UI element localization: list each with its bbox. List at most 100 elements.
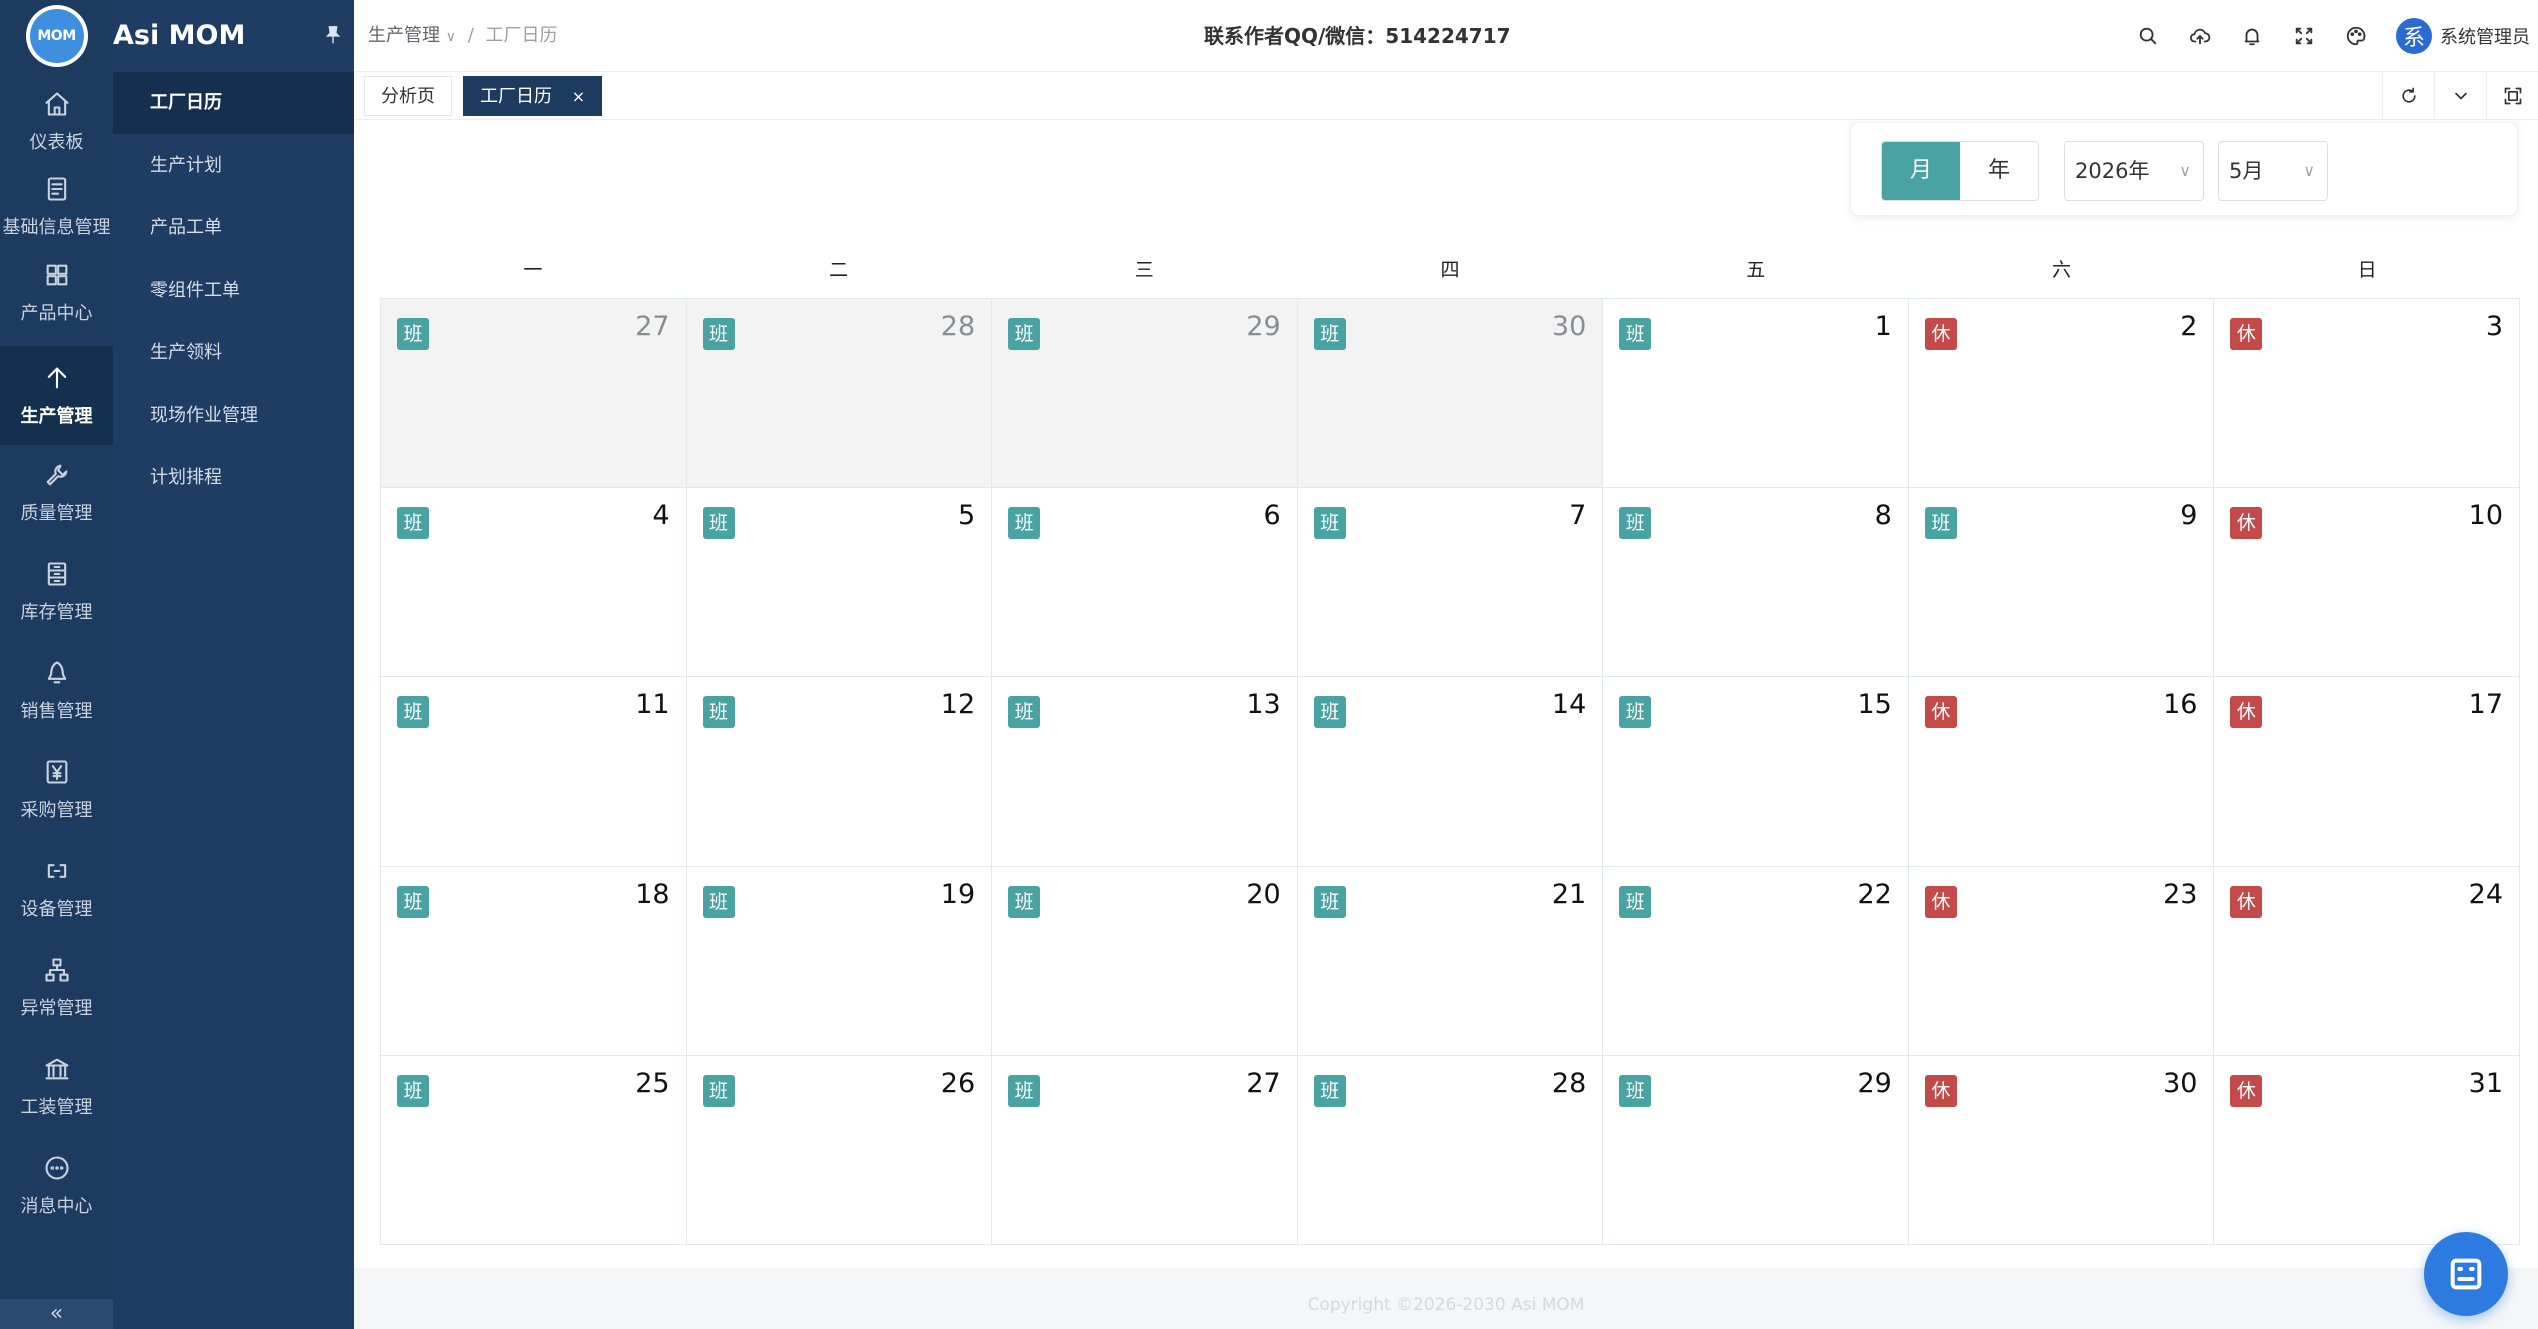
calendar-day-cell[interactable]: 休 16 <box>1908 677 2215 867</box>
close-icon[interactable]: × <box>572 87 585 106</box>
restday-badge[interactable]: 休 <box>2230 696 2263 729</box>
calendar-day-cell[interactable]: 班 12 <box>686 677 993 867</box>
year-select[interactable]: 2026年 ∨ <box>2064 141 2204 201</box>
calendar-day-cell[interactable]: 班4 <box>381 488 687 678</box>
restday-badge[interactable]: 休 <box>1924 318 1957 350</box>
tab-dropdown-button[interactable] <box>2434 72 2486 120</box>
workday-badge[interactable]: 班 <box>1313 318 1346 350</box>
calendar-day-cell[interactable]: 班 14 <box>1297 677 1604 867</box>
calendar-day-cell[interactable]: 班 18 <box>381 866 687 1056</box>
maximize-content-button[interactable] <box>2486 72 2538 120</box>
calendar-day-cell[interactable]: 班 27 <box>992 1055 1298 1245</box>
submenu-item-shopfloor[interactable]: 现场作业管理 <box>113 385 354 447</box>
workday-badge[interactable]: 班 <box>397 696 429 729</box>
calendar-day-cell[interactable]: 班 27 <box>381 299 687 489</box>
calendar-day-cell[interactable]: 班9 <box>1908 488 2215 678</box>
year-view-button[interactable]: 年 <box>1960 142 2038 200</box>
workday-badge[interactable]: 班 <box>702 318 735 350</box>
calendar-day-cell[interactable]: 休 17 <box>2214 677 2520 867</box>
workday-badge[interactable]: 班 <box>1619 1074 1652 1107</box>
restday-badge[interactable]: 休 <box>1924 696 1957 729</box>
rail-item-tooling[interactable]: 工装管理 <box>0 1037 113 1136</box>
calendar-day-cell[interactable]: 班 19 <box>686 866 993 1056</box>
workday-badge[interactable]: 班 <box>702 885 735 918</box>
workday-badge[interactable]: 班 <box>397 318 429 350</box>
restday-badge[interactable]: 休 <box>2230 318 2263 350</box>
submenu-item-product-workorder[interactable]: 产品工单 <box>113 197 354 259</box>
calendar-day-cell[interactable]: 休3 <box>2214 299 2520 489</box>
calendar-day-cell[interactable]: 班 22 <box>1603 866 1909 1056</box>
workday-badge[interactable]: 班 <box>1313 696 1346 729</box>
calendar-day-cell[interactable]: 班1 <box>1603 299 1909 489</box>
collapse-rail-button[interactable]: « <box>0 1299 113 1329</box>
calendar-day-cell[interactable]: 班7 <box>1297 488 1604 678</box>
workday-badge[interactable]: 班 <box>1924 507 1957 540</box>
calendar-day-cell[interactable]: 班 30 <box>1297 299 1604 489</box>
workday-badge[interactable]: 班 <box>1008 318 1041 350</box>
submenu-item-production-plan[interactable]: 生产计划 <box>113 135 354 197</box>
assistant-button[interactable] <box>2424 1232 2508 1316</box>
workday-badge[interactable]: 班 <box>397 1074 429 1107</box>
calendar-day-cell[interactable]: 休 31 <box>2214 1055 2520 1245</box>
calendar-day-cell[interactable]: 班 28 <box>686 299 993 489</box>
calendar-day-cell[interactable]: 班 21 <box>1297 866 1604 1056</box>
workday-badge[interactable]: 班 <box>1619 318 1652 350</box>
theme-button[interactable] <box>2330 10 2382 62</box>
calendar-day-cell[interactable]: 休 10 <box>2214 488 2520 678</box>
rail-item-basic-info[interactable]: 基础信息管理 <box>0 157 113 256</box>
tab-factory-calendar[interactable]: 工厂日历 × <box>463 76 603 116</box>
calendar-day-cell[interactable]: 班 28 <box>1297 1055 1604 1245</box>
user-menu[interactable]: 系 系统管理员 <box>2396 18 2530 54</box>
rail-item-sales[interactable]: 销售管理 <box>0 641 113 740</box>
refresh-tab-button[interactable] <box>2382 72 2434 120</box>
submenu-item-material-picking[interactable]: 生产领料 <box>113 322 354 384</box>
calendar-day-cell[interactable]: 班 29 <box>992 299 1298 489</box>
search-button[interactable] <box>2122 10 2174 62</box>
calendar-day-cell[interactable]: 班5 <box>686 488 993 678</box>
workday-badge[interactable]: 班 <box>1313 1074 1346 1107</box>
workday-badge[interactable]: 班 <box>1008 696 1041 729</box>
workday-badge[interactable]: 班 <box>1313 507 1346 540</box>
calendar-day-cell[interactable]: 休 24 <box>2214 866 2520 1056</box>
restday-badge[interactable]: 休 <box>1924 885 1957 918</box>
restday-badge[interactable]: 休 <box>2230 885 2263 918</box>
upload-button[interactable] <box>2174 10 2226 62</box>
submenu-item-scheduling[interactable]: 计划排程 <box>113 447 354 509</box>
pin-icon[interactable] <box>322 24 344 46</box>
workday-badge[interactable]: 班 <box>702 696 735 729</box>
calendar-day-cell[interactable]: 班6 <box>992 488 1298 678</box>
chevron-down-icon[interactable]: ∨ <box>446 29 456 45</box>
workday-badge[interactable]: 班 <box>702 1074 735 1107</box>
workday-badge[interactable]: 班 <box>1619 885 1652 918</box>
workday-badge[interactable]: 班 <box>1313 885 1346 918</box>
rail-item-production[interactable]: 生产管理 <box>0 346 113 445</box>
restday-badge[interactable]: 休 <box>2230 507 2263 540</box>
calendar-day-cell[interactable]: 班 20 <box>992 866 1298 1056</box>
calendar-day-cell[interactable]: 班 11 <box>381 677 687 867</box>
rail-item-inventory[interactable]: 库存管理 <box>0 542 113 641</box>
workday-badge[interactable]: 班 <box>1008 507 1041 540</box>
calendar-day-cell[interactable]: 班 15 <box>1603 677 1909 867</box>
calendar-day-cell[interactable]: 休 23 <box>1908 866 2215 1056</box>
rail-item-quality[interactable]: 质量管理 <box>0 443 113 542</box>
tab-analysis[interactable]: 分析页 <box>364 76 452 116</box>
submenu-item-component-workorder[interactable]: 零组件工单 <box>113 260 354 322</box>
calendar-day-cell[interactable]: 班 25 <box>381 1055 687 1245</box>
restday-badge[interactable]: 休 <box>1924 1074 1957 1107</box>
workday-badge[interactable]: 班 <box>1008 885 1041 918</box>
calendar-day-cell[interactable]: 休2 <box>1908 299 2215 489</box>
restday-badge[interactable]: 休 <box>2230 1074 2263 1107</box>
rail-item-exception[interactable]: 异常管理 <box>0 938 113 1037</box>
logo[interactable]: MOM <box>0 0 113 72</box>
rail-item-product-center[interactable]: 产品中心 <box>0 243 113 342</box>
rail-item-equipment[interactable]: 设备管理 <box>0 839 113 938</box>
workday-badge[interactable]: 班 <box>1008 1074 1041 1107</box>
workday-badge[interactable]: 班 <box>397 507 429 540</box>
fullscreen-button[interactable] <box>2278 10 2330 62</box>
workday-badge[interactable]: 班 <box>702 507 735 540</box>
notifications-button[interactable] <box>2226 10 2278 62</box>
month-select[interactable]: 5月 ∨ <box>2218 141 2328 201</box>
submenu-item-factory-calendar[interactable]: 工厂日历 <box>113 72 354 134</box>
calendar-day-cell[interactable]: 班 26 <box>686 1055 993 1245</box>
calendar-day-cell[interactable]: 班 29 <box>1603 1055 1909 1245</box>
